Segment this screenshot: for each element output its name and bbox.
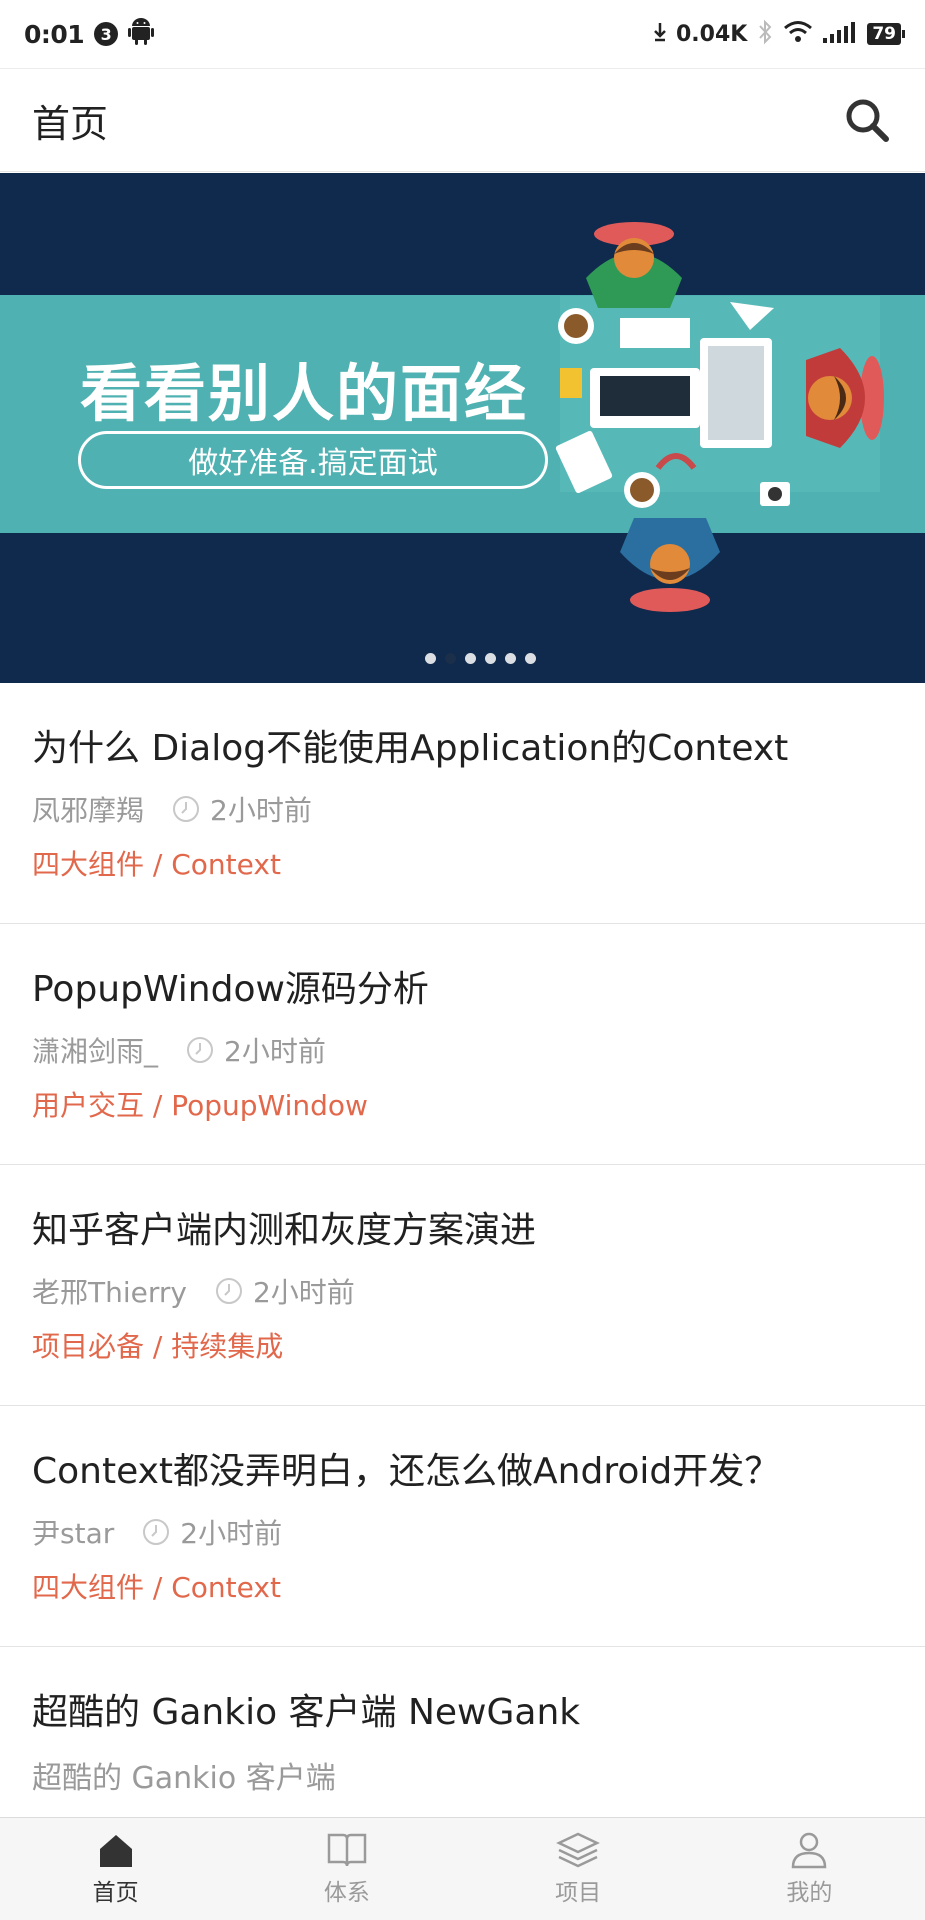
- carousel-dot-active[interactable]: [445, 653, 456, 664]
- notification-count-badge: 3: [94, 22, 119, 46]
- nav-tab-home[interactable]: 首页: [0, 1818, 231, 1920]
- nav-label: 首页: [92, 1880, 139, 1906]
- article-item[interactable]: Context都没弄明白，还怎么做Android开发？ 尹star 2小时前 四…: [0, 1406, 925, 1647]
- nav-label: 体系: [323, 1880, 370, 1906]
- carousel-indicator: [0, 653, 925, 664]
- app-bar: 首页: [0, 68, 925, 172]
- article-author: 凤邪摩羯: [32, 794, 145, 827]
- article-title: 超酷的 Gankio 客户端 NewGank: [32, 1692, 581, 1733]
- signal-icon: [823, 21, 857, 47]
- article-list: 为什么 Dialog不能使用Application的Context 凤邪摩羯 2…: [0, 683, 925, 1888]
- clock-icon: [173, 796, 200, 822]
- book-icon: [327, 1833, 367, 1867]
- bottom-navigation: 首页 体系 项目 我的: [0, 1817, 925, 1920]
- battery-indicator: 79: [867, 23, 905, 45]
- article-author: 潇湘剑雨_: [32, 1035, 159, 1068]
- person-icon: [792, 1832, 827, 1869]
- net-speed: 0.04K: [676, 21, 748, 47]
- nav-tab-project[interactable]: 项目: [463, 1818, 694, 1920]
- banner-subline: 做好准备.搞定面试: [78, 431, 548, 489]
- carousel-dot[interactable]: [525, 653, 536, 664]
- article-time: 2小时前: [224, 1035, 326, 1068]
- article-time: 2小时前: [210, 794, 312, 827]
- android-icon: [128, 18, 155, 50]
- banner-carousel[interactable]: 看看别人的面经 做好准备.搞定面试: [0, 173, 925, 683]
- status-bar: 0:01 3 0.04K 79: [0, 0, 925, 68]
- article-description: 超酷的 Gankio 客户端: [32, 1761, 336, 1796]
- article-item[interactable]: PopupWindow源码分析 潇湘剑雨_ 2小时前 用户交互 / PopupW…: [0, 924, 925, 1165]
- nav-tab-mine[interactable]: 我的: [694, 1818, 925, 1920]
- article-author: 老邢Thierry: [32, 1276, 187, 1309]
- page-title: 首页: [32, 101, 109, 146]
- desk-illustration: [555, 222, 884, 612]
- article-category[interactable]: 项目必备 / 持续集成: [32, 1325, 893, 1365]
- search-icon: [846, 99, 889, 142]
- wifi-icon: [783, 20, 813, 48]
- article-title: 为什么 Dialog不能使用Application的Context: [32, 728, 789, 769]
- article-time: 2小时前: [180, 1517, 283, 1550]
- carousel-dot[interactable]: [465, 653, 476, 664]
- nav-label: 我的: [786, 1880, 833, 1906]
- article-category[interactable]: 四大组件 / Context: [32, 843, 893, 883]
- clock-icon: [215, 1278, 242, 1304]
- carousel-dot[interactable]: [425, 653, 436, 664]
- article-time: 2小时前: [252, 1276, 355, 1309]
- clock-icon: [143, 1519, 170, 1545]
- article-author: 尹star: [32, 1517, 115, 1550]
- status-time: 0:01: [24, 19, 85, 49]
- home-icon: [99, 1835, 132, 1867]
- article-item[interactable]: 为什么 Dialog不能使用Application的Context 凤邪摩羯 2…: [0, 683, 925, 924]
- article-item[interactable]: 知乎客户端内测和灰度方案演进 老邢Thierry 2小时前 项目必备 / 持续集…: [0, 1165, 925, 1406]
- clock-icon: [187, 1037, 214, 1063]
- nav-label: 项目: [555, 1880, 602, 1906]
- layers-icon: [556, 1832, 601, 1868]
- article-title: Context都没弄明白，还怎么做Android开发？: [32, 1451, 781, 1492]
- banner-headline: 看看别人的面经: [80, 357, 529, 430]
- bluetooth-icon: [757, 19, 773, 49]
- article-category[interactable]: 四大组件 / Context: [32, 1566, 893, 1606]
- download-arrow-icon: [654, 22, 666, 46]
- nav-tab-system[interactable]: 体系: [231, 1818, 462, 1920]
- article-title: PopupWindow源码分析: [32, 969, 429, 1010]
- carousel-dot[interactable]: [485, 653, 496, 664]
- search-button[interactable]: [841, 94, 893, 146]
- article-category[interactable]: 用户交互 / PopupWindow: [32, 1084, 893, 1124]
- article-title: 知乎客户端内测和灰度方案演进: [32, 1210, 537, 1251]
- carousel-dot[interactable]: [505, 653, 516, 664]
